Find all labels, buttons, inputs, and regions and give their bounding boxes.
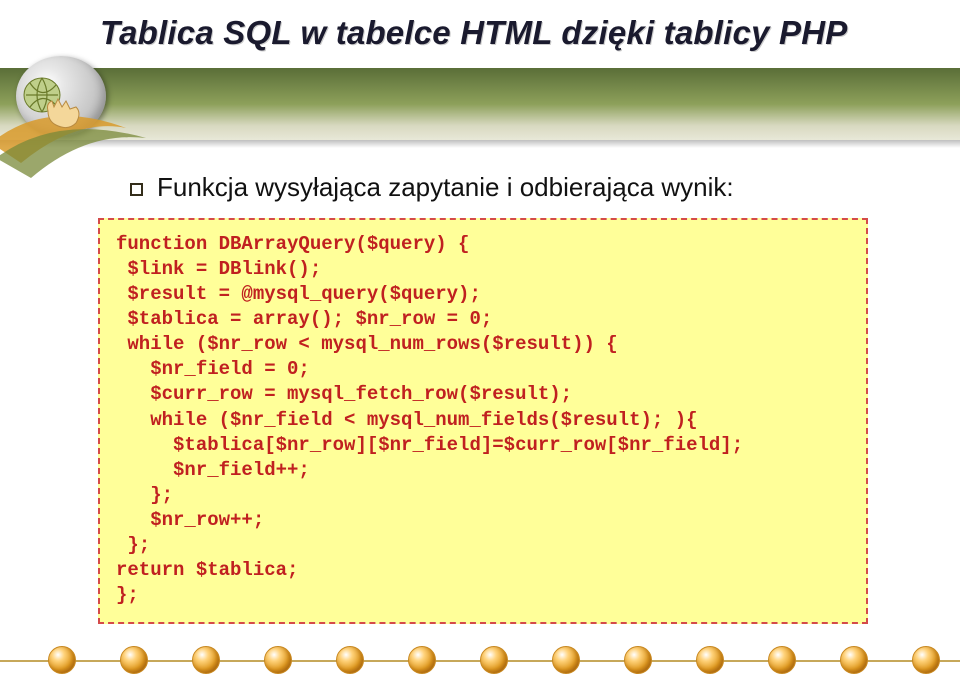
bullet-item: Funkcja wysyłająca zapytanie i odbierają…	[130, 172, 734, 203]
footer-decoration	[0, 637, 960, 685]
bullet-text: Funkcja wysyłająca zapytanie i odbierają…	[157, 172, 734, 203]
bullet-icon	[130, 183, 143, 196]
dot-icon	[624, 646, 652, 674]
globe-hand-icon	[18, 73, 88, 133]
dot-icon	[480, 646, 508, 674]
dot-icon	[336, 646, 364, 674]
dot-icon	[552, 646, 580, 674]
dot-icon	[912, 646, 940, 674]
dot-icon	[696, 646, 724, 674]
dot-icon	[48, 646, 76, 674]
dot-icon	[840, 646, 868, 674]
code-block: function DBArrayQuery($query) { $link = …	[98, 218, 868, 624]
dot-icon	[408, 646, 436, 674]
dot-icon	[120, 646, 148, 674]
slide-icon	[6, 48, 126, 158]
slide-title: Tablica SQL w tabelce HTML dzięki tablic…	[100, 14, 847, 52]
dot-icon	[264, 646, 292, 674]
dot-icon	[768, 646, 796, 674]
dot-icon	[192, 646, 220, 674]
